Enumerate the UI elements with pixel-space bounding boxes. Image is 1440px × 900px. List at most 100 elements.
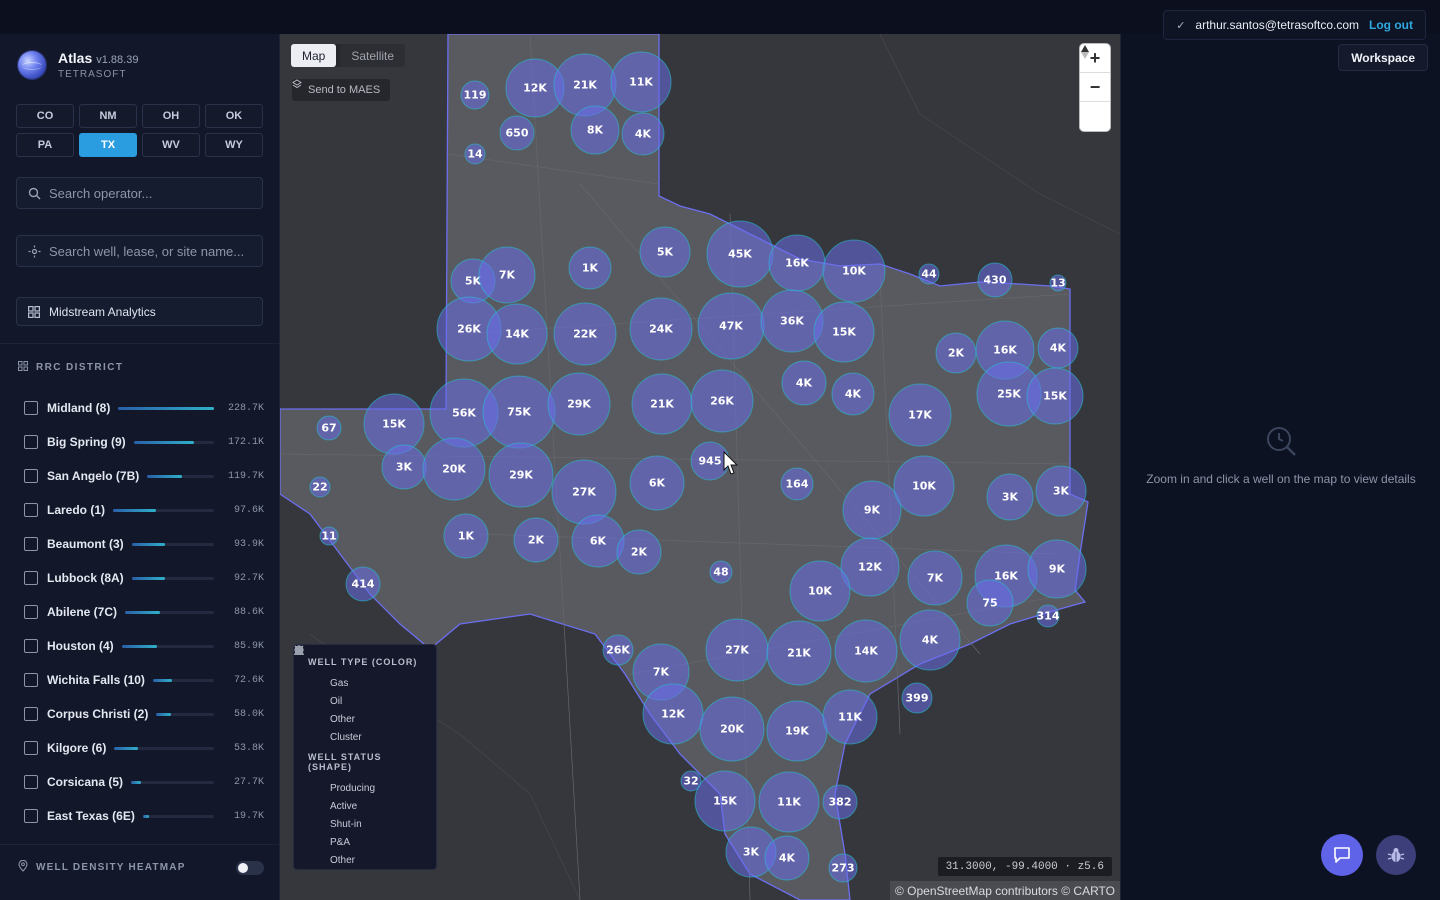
map-cluster[interactable]: 12K bbox=[642, 683, 704, 745]
map-cluster[interactable]: 45K bbox=[706, 220, 774, 288]
map-cluster[interactable]: 1K bbox=[568, 246, 612, 290]
map-cluster[interactable]: 7K bbox=[907, 550, 963, 606]
map-cluster[interactable]: 4K bbox=[1037, 327, 1079, 369]
zoom-out-button[interactable]: − bbox=[1080, 73, 1110, 102]
map-cluster[interactable]: 27K bbox=[551, 459, 617, 525]
map-cluster[interactable]: 4K bbox=[781, 360, 827, 406]
map-cluster[interactable]: 26K bbox=[690, 369, 754, 433]
state-button-nm[interactable]: NM bbox=[79, 104, 137, 128]
district-row[interactable]: Houston (4) 85.9K bbox=[24, 629, 264, 663]
map-cluster[interactable]: 10K bbox=[789, 560, 851, 622]
map-cluster[interactable]: 399 bbox=[901, 682, 933, 714]
map-cluster[interactable]: 27K bbox=[705, 618, 769, 682]
map-attribution[interactable]: © OpenStreetMap contributors © CARTO bbox=[890, 881, 1120, 900]
map-cluster[interactable]: 17K bbox=[888, 383, 952, 447]
map-cluster[interactable]: 430 bbox=[977, 262, 1013, 298]
map-cluster[interactable]: 21K bbox=[631, 373, 693, 435]
map-cluster[interactable]: 26K bbox=[602, 634, 634, 666]
map-cluster[interactable]: 2K bbox=[513, 517, 559, 563]
map-cluster[interactable]: 16K bbox=[768, 234, 826, 292]
map-cluster[interactable]: 8K bbox=[570, 105, 620, 155]
map-cluster[interactable]: 3K bbox=[986, 473, 1034, 521]
map-cluster[interactable]: 29K bbox=[488, 442, 554, 508]
district-checkbox[interactable] bbox=[24, 537, 38, 551]
state-button-ok[interactable]: OK bbox=[205, 104, 263, 128]
map-cluster[interactable]: 19K bbox=[766, 700, 828, 762]
chat-button[interactable] bbox=[1321, 834, 1363, 876]
send-to-maes-button[interactable]: Send to MAES bbox=[292, 79, 391, 101]
map-cluster[interactable]: 7K bbox=[478, 246, 536, 304]
state-button-wv[interactable]: WV bbox=[142, 133, 200, 157]
state-button-wy[interactable]: WY bbox=[205, 133, 263, 157]
map-cluster[interactable]: 273 bbox=[828, 853, 858, 883]
map-cluster[interactable]: 164 bbox=[780, 467, 814, 501]
tab-satellite[interactable]: Satellite bbox=[340, 44, 406, 67]
map-cluster[interactable]: 4K bbox=[831, 372, 875, 416]
district-row[interactable]: East Texas (6E) 19.7K bbox=[24, 799, 264, 833]
map-cluster[interactable]: 75K bbox=[482, 375, 556, 449]
map-cluster[interactable]: 382 bbox=[822, 784, 858, 820]
logout-link[interactable]: Log out bbox=[1369, 18, 1413, 32]
map-cluster[interactable]: 4K bbox=[621, 112, 665, 156]
map-cluster[interactable]: 24K bbox=[629, 297, 693, 361]
map-cluster[interactable]: 3K bbox=[1035, 465, 1087, 517]
map-cluster[interactable]: 20K bbox=[422, 437, 486, 501]
map-cluster[interactable]: 9K bbox=[842, 480, 902, 540]
map-cluster[interactable]: 15K bbox=[694, 770, 756, 832]
map-cluster[interactable]: 13 bbox=[1049, 274, 1067, 292]
map-cluster[interactable]: 47K bbox=[697, 292, 765, 360]
district-row[interactable]: Abilene (7C) 88.6K bbox=[24, 595, 264, 629]
district-checkbox[interactable] bbox=[24, 571, 38, 585]
state-button-pa[interactable]: PA bbox=[16, 133, 74, 157]
district-checkbox[interactable] bbox=[24, 775, 38, 789]
operator-search-input[interactable] bbox=[49, 185, 249, 201]
midstream-analytics-button[interactable]: Midstream Analytics bbox=[16, 297, 263, 326]
map-cluster[interactable]: 9K bbox=[1027, 539, 1087, 599]
map-cluster[interactable]: 11K bbox=[610, 51, 672, 113]
map-cluster[interactable]: 11K bbox=[758, 771, 820, 833]
map-cluster[interactable]: 6K bbox=[571, 514, 625, 568]
district-checkbox[interactable] bbox=[24, 435, 38, 449]
map-cluster[interactable]: 945 bbox=[690, 441, 730, 481]
heatmap-toggle[interactable] bbox=[236, 860, 264, 875]
district-checkbox[interactable] bbox=[24, 469, 38, 483]
map-cluster[interactable]: 414 bbox=[345, 566, 381, 602]
map-cluster[interactable]: 21K bbox=[766, 620, 832, 686]
map-cluster[interactable]: 1K bbox=[443, 513, 489, 559]
map-cluster[interactable]: 15K bbox=[363, 393, 425, 455]
district-checkbox[interactable] bbox=[24, 673, 38, 687]
map-cluster[interactable]: 650 bbox=[499, 115, 535, 151]
district-checkbox[interactable] bbox=[24, 809, 38, 823]
state-button-tx[interactable]: TX bbox=[79, 133, 137, 157]
map-cluster[interactable]: 314 bbox=[1036, 604, 1060, 628]
map-cluster[interactable]: 22 bbox=[309, 476, 331, 498]
map-cluster[interactable]: 20K bbox=[699, 696, 765, 762]
map-cluster[interactable]: 36K bbox=[760, 289, 824, 353]
reset-north-button[interactable] bbox=[1080, 45, 1110, 131]
map-cluster[interactable]: 21K bbox=[553, 53, 617, 117]
state-button-co[interactable]: CO bbox=[16, 104, 74, 128]
map-cluster[interactable]: 11 bbox=[319, 526, 339, 546]
map-cluster[interactable]: 10K bbox=[822, 239, 886, 303]
map-cluster[interactable]: 4K bbox=[764, 835, 810, 881]
map-cluster[interactable]: 15K bbox=[1026, 367, 1084, 425]
district-checkbox[interactable] bbox=[24, 707, 38, 721]
map-cluster[interactable]: 14 bbox=[464, 143, 486, 165]
workspace-button[interactable]: Workspace bbox=[1338, 44, 1428, 71]
district-checkbox[interactable] bbox=[24, 401, 38, 415]
district-row[interactable]: Kilgore (6) 53.8K bbox=[24, 731, 264, 765]
district-row[interactable]: Big Spring (9) 172.1K bbox=[24, 425, 264, 459]
district-checkbox[interactable] bbox=[24, 503, 38, 517]
map-cluster[interactable]: 75 bbox=[966, 579, 1014, 627]
map-cluster[interactable]: 119 bbox=[460, 80, 490, 110]
map-cluster[interactable]: 29K bbox=[547, 372, 611, 436]
map-cluster[interactable]: 22K bbox=[553, 302, 617, 366]
well-search-input[interactable] bbox=[49, 243, 249, 259]
map-cluster[interactable]: 4K bbox=[899, 609, 961, 671]
bug-report-button[interactable] bbox=[1376, 835, 1416, 875]
tab-map[interactable]: Map bbox=[291, 44, 337, 67]
map-cluster[interactable]: 10K bbox=[893, 455, 955, 517]
map-cluster[interactable]: 2K bbox=[935, 332, 977, 374]
map-cluster[interactable]: 14K bbox=[486, 303, 548, 365]
district-checkbox[interactable] bbox=[24, 741, 38, 755]
